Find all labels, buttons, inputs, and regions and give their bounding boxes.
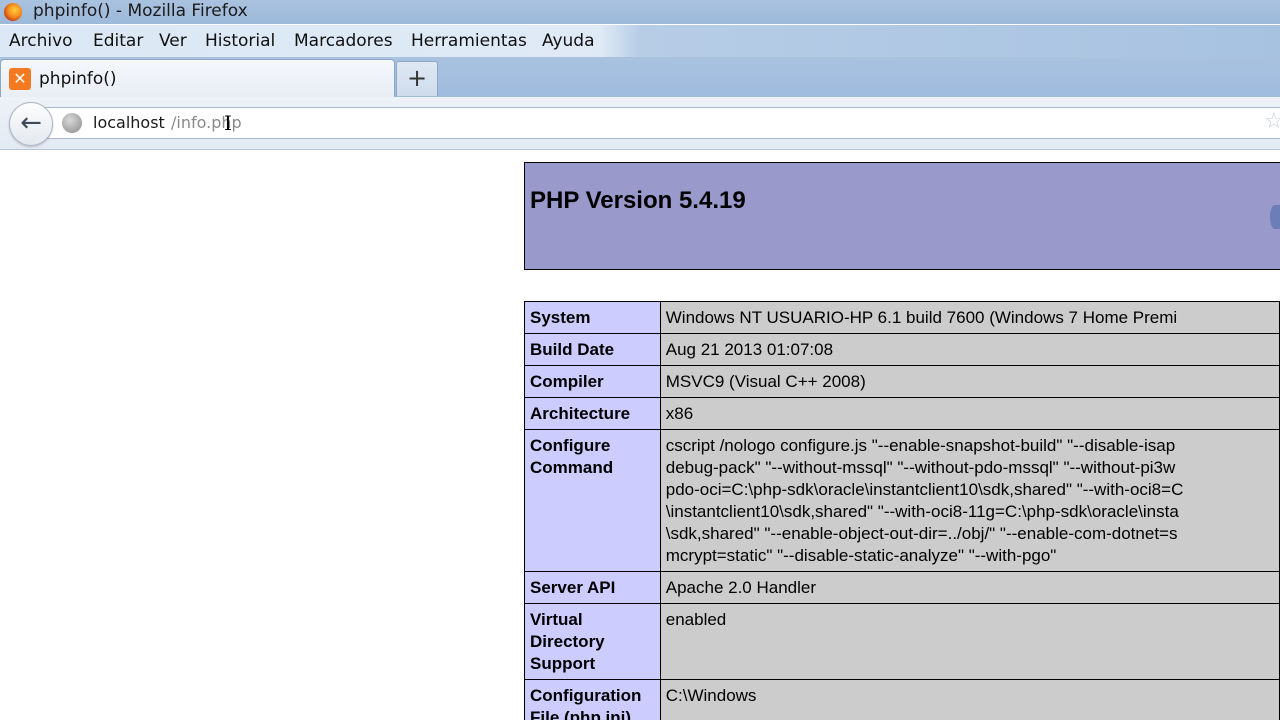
php-version-title: PHP Version 5.4.19 xyxy=(530,187,746,214)
xampp-icon: ✕ xyxy=(9,68,31,90)
menu-ayuda[interactable]: Ayuda xyxy=(542,31,595,51)
row-key: Compiler xyxy=(524,365,661,398)
configure-line: mcrypt=static" "--disable-static-analyze… xyxy=(665,546,1057,565)
url-host: localhost xyxy=(93,113,165,132)
php-logo-icon xyxy=(1270,205,1280,229)
globe-icon xyxy=(62,113,82,133)
row-key: Configuration File (php.ini) Path xyxy=(524,679,661,720)
configure-line: debug-pack" "--without-mssql" "--without… xyxy=(665,458,1176,477)
tab-strip: ✕ phpinfo() + xyxy=(0,57,1280,98)
php-version-header: PHP Version 5.4.19 xyxy=(524,162,1280,270)
row-key: System xyxy=(524,301,661,334)
table-row: Server API Apache 2.0 Handler xyxy=(524,571,1280,604)
table-row: Configuration File (php.ini) Path C:\Win… xyxy=(524,679,1280,720)
configure-line: cscript /nologo configure.js "--enable-s… xyxy=(665,436,1176,455)
row-key: Virtual Directory Support xyxy=(524,603,661,680)
row-key: Build Date xyxy=(524,333,661,366)
menu-herramientas[interactable]: Herramientas xyxy=(411,31,527,51)
new-tab-button[interactable]: + xyxy=(396,61,438,96)
row-value: MSVC9 (Visual C++ 2008) xyxy=(659,365,1280,398)
window-title-bar: phpinfo() - Mozilla Firefox xyxy=(0,0,1280,24)
menu-archivo[interactable]: Archivo xyxy=(9,31,73,51)
page-content: PHP Version 5.4.19 System Windows NT USU… xyxy=(0,150,1280,720)
row-key: Architecture xyxy=(524,397,661,430)
row-value: x86 xyxy=(659,397,1280,430)
text-cursor-icon: I xyxy=(224,111,232,135)
row-value: enabled xyxy=(659,603,1280,680)
php-info-table: System Windows NT USUARIO-HP 6.1 build 7… xyxy=(524,301,1280,720)
tab-phpinfo[interactable]: ✕ phpinfo() xyxy=(0,59,395,98)
menu-historial[interactable]: Historial xyxy=(205,31,275,51)
row-value: Windows NT USUARIO-HP 6.1 build 7600 (Wi… xyxy=(659,301,1280,334)
back-button[interactable]: ← xyxy=(9,102,53,146)
navigation-bar: localhost /info.php I ☆ ← xyxy=(0,97,1280,150)
menu-marcadores[interactable]: Marcadores xyxy=(294,31,393,51)
row-value-configure-command: cscript /nologo configure.js "--enable-s… xyxy=(659,429,1280,572)
row-value: Apache 2.0 Handler xyxy=(659,571,1280,604)
table-row: Virtual Directory Support enabled xyxy=(524,603,1280,680)
table-row: Architecture x86 xyxy=(524,397,1280,430)
tab-label: phpinfo() xyxy=(39,69,117,89)
firefox-logo-icon xyxy=(4,3,22,21)
window-title: phpinfo() - Mozilla Firefox xyxy=(33,1,248,21)
table-row: Build Date Aug 21 2013 01:07:08 xyxy=(524,333,1280,366)
url-bar[interactable]: localhost /info.php I ☆ xyxy=(42,107,1280,139)
back-arrow-icon: ← xyxy=(20,108,42,138)
menu-bar: Archivo Editar Ver Historial Marcadores … xyxy=(0,25,1280,57)
bookmark-star-icon[interactable]: ☆ xyxy=(1264,109,1280,134)
table-row: System Windows NT USUARIO-HP 6.1 build 7… xyxy=(524,301,1280,334)
row-key: Configure Command xyxy=(524,429,661,572)
table-row: Configure Command cscript /nologo config… xyxy=(524,429,1280,572)
configure-line: pdo-oci=C:\php-sdk\oracle\instantclient1… xyxy=(665,480,1184,499)
row-value: C:\Windows xyxy=(659,679,1280,720)
row-key: Server API xyxy=(524,571,661,604)
menu-editar[interactable]: Editar xyxy=(93,31,143,51)
configure-line: \sdk,shared" "--enable-object-out-dir=..… xyxy=(665,524,1178,543)
table-row: Compiler MSVC9 (Visual C++ 2008) xyxy=(524,365,1280,398)
menu-ver[interactable]: Ver xyxy=(159,31,187,51)
row-value: Aug 21 2013 01:07:08 xyxy=(659,333,1280,366)
configure-line: \instantclient10\sdk,shared" "--with-oci… xyxy=(665,502,1179,521)
